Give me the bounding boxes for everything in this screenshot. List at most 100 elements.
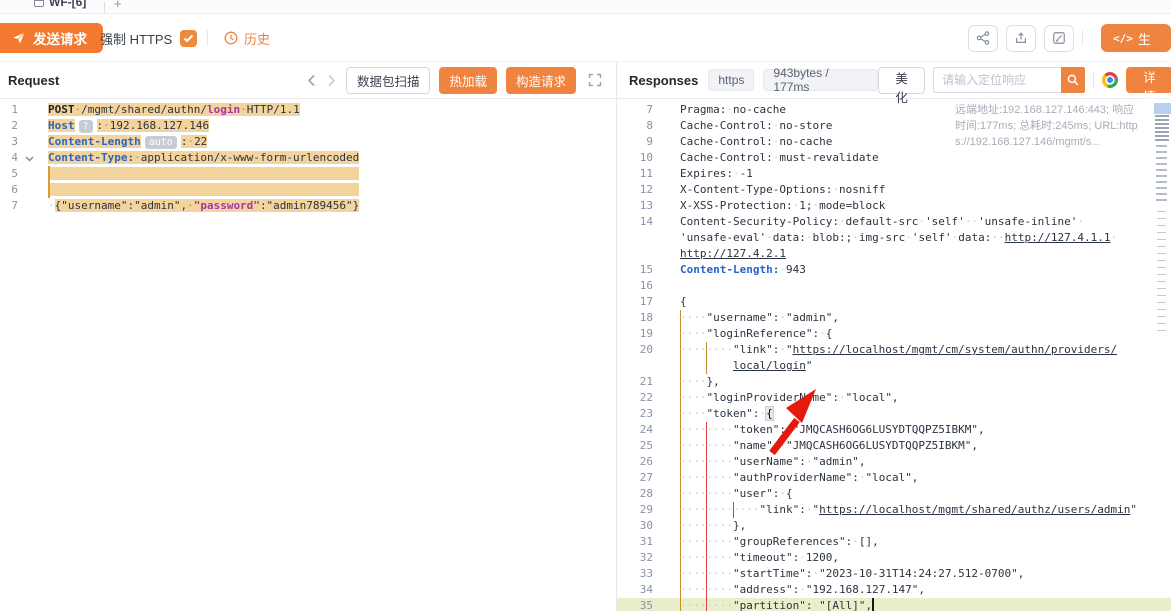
response-editor[interactable]: 远端地址:192.168.127.146:443; 响应时间:177ms; 总耗… [617, 99, 1171, 611]
code-line[interactable]: 18····"username":·"admin", [617, 310, 1171, 326]
code-content: ····"loginProviderName":·"local", [680, 390, 1171, 406]
history-prev-button[interactable] [306, 74, 317, 87]
link-text[interactable]: https://localhost/mgmt/shared/authz/user… [819, 503, 1130, 516]
indent-guide [680, 438, 681, 454]
code-line[interactable]: 7·{"username":"admin",·"password":"admin… [0, 198, 616, 214]
code-line[interactable]: 7Pragma:·no-cache [617, 102, 1171, 118]
code-line[interactable]: 14Content-Security-Policy:·default-src·'… [617, 214, 1171, 230]
code-line[interactable]: http://127.4.2.1 [617, 246, 1171, 262]
history-next-button[interactable] [326, 74, 337, 87]
fold-chevron-icon[interactable] [18, 151, 48, 167]
indent-guide [680, 310, 681, 326]
new-tab-button[interactable]: + [114, 0, 122, 11]
code-line[interactable]: 20········"link":·"https://localhost/mgm… [617, 342, 1171, 358]
construct-request-button[interactable]: 构造请求 [506, 67, 576, 94]
share-icon [976, 31, 990, 45]
code-line[interactable]: 2Host?:·192.168.127.146 [0, 118, 616, 134]
link-text[interactable]: local/login [733, 359, 806, 372]
code-token: "name": [733, 439, 779, 452]
code-token: " [786, 343, 793, 356]
code-token: { [680, 295, 687, 308]
line-number: 4 [0, 150, 18, 166]
code-line[interactable]: 15Content-Length:·943 [617, 262, 1171, 278]
export-button[interactable] [1006, 25, 1036, 52]
code-line[interactable]: 30········}, [617, 518, 1171, 534]
code-line[interactable]: 35········"partition":·"[All]", [617, 598, 1171, 611]
link-text[interactable]: http://127.4.1.1 [1005, 231, 1111, 244]
line-number: 22 [617, 390, 653, 406]
force-https-checkbox[interactable] [180, 30, 197, 47]
code-line[interactable]: 13X-XSS-Protection:·1;·mode=block [617, 198, 1171, 214]
line-number: 10 [617, 150, 653, 166]
fold-gutter [653, 310, 680, 326]
code-token: { [766, 407, 773, 420]
code-line[interactable]: 31········"groupReferences":·[], [617, 534, 1171, 550]
line-number: 31 [617, 534, 653, 550]
code-line[interactable]: 23····"token":·{ [617, 406, 1171, 422]
details-button[interactable]: 详情 [1126, 67, 1171, 93]
history-button[interactable]: 历史 [224, 14, 270, 62]
code-content: http://127.4.2.1 [680, 246, 1171, 262]
indent-guide [680, 374, 681, 390]
code-line[interactable]: 8Cache-Control:·no-store [617, 118, 1171, 134]
code-line[interactable]: 5 [0, 166, 616, 182]
send-request-button[interactable]: 发送请求 [0, 23, 103, 53]
code-line[interactable]: 33········"startTime":·"2023-10-31T14:24… [617, 566, 1171, 582]
open-in-browser-button[interactable] [1102, 72, 1118, 88]
code-line[interactable]: local/login" [617, 358, 1171, 374]
code-token: Content-Type: [48, 151, 134, 164]
code-line[interactable]: 34········"address":·"192.168.127.147", [617, 582, 1171, 598]
code-token: "startTime": [733, 567, 812, 580]
code-content: local/login" [680, 358, 1171, 374]
edit-button[interactable] [1044, 25, 1074, 52]
tab-current[interactable]: WF-[6] [24, 0, 96, 13]
code-line[interactable]: 17{ [617, 294, 1171, 310]
code-line[interactable]: 29············"link":·"https://localhost… [617, 502, 1171, 518]
search-button[interactable] [1061, 67, 1085, 93]
code-line[interactable]: 4Content-Type:·application/x-www-form-ur… [0, 150, 616, 166]
indent-guide [680, 406, 681, 422]
code-token: · [779, 311, 786, 324]
line-number: 18 [617, 310, 653, 326]
code-token: }, [707, 375, 720, 388]
code-line[interactable]: 32········"timeout":·1200, [617, 550, 1171, 566]
code-line[interactable]: 22 ····"loginProviderName":·"local", [617, 390, 1171, 406]
code-line[interactable]: 1POST·/mgmt/shared/authn/login·HTTP/1.1 [0, 102, 616, 118]
code-token: 'unsafe-inline' [978, 215, 1077, 228]
code-line[interactable]: 24········"token":·"JMQCASH6OG6LUSYDTQQP… [617, 422, 1171, 438]
fold-gutter [18, 183, 48, 199]
fold-gutter [653, 566, 680, 582]
code-line[interactable]: 12X-Content-Type-Options:·nosniff [617, 182, 1171, 198]
code-line[interactable]: 21····}, [617, 374, 1171, 390]
code-line[interactable]: 9Cache-Control:·no-cache [617, 134, 1171, 150]
beautify-button[interactable]: 美化 [878, 67, 925, 94]
share-button[interactable] [968, 25, 998, 52]
code-content: X-Content-Type-Options:·nosniff [680, 182, 1171, 198]
code-token: default-src [846, 215, 919, 228]
fullscreen-button[interactable] [588, 73, 602, 87]
fold-gutter [653, 278, 680, 294]
code-line[interactable]: 11Expires:·-1 [617, 166, 1171, 182]
code-line[interactable]: 16 [617, 278, 1171, 294]
code-line[interactable]: 10Cache-Control:·must-revalidate [617, 150, 1171, 166]
request-editor[interactable]: 1POST·/mgmt/shared/authn/login·HTTP/1.12… [0, 99, 616, 611]
generate-code-button[interactable]: </> 生 [1101, 24, 1171, 52]
hot-reload-button[interactable]: 热加载 [439, 67, 497, 94]
force-https-toggle[interactable]: 强制 HTTPS [100, 14, 197, 62]
code-token: ···· [680, 375, 707, 388]
link-text[interactable]: https://localhost/mgmt/cm/system/authn/p… [793, 343, 1118, 356]
search-input[interactable] [933, 67, 1061, 93]
code-content: ········"startTime":·"2023-10-31T14:24:2… [680, 566, 1171, 582]
clock-icon [224, 31, 238, 45]
code-line[interactable]: 28········"user":·{ [617, 486, 1171, 502]
packet-scan-button[interactable]: 数据包扫描 [346, 67, 431, 94]
link-text[interactable]: http://127.4.2.1 [680, 247, 786, 260]
code-line[interactable]: 26········"userName":·"admin", [617, 454, 1171, 470]
code-line[interactable]: 6 [0, 182, 616, 198]
code-line[interactable]: 27········"authProviderName":·"local", [617, 470, 1171, 486]
code-line[interactable]: 'unsafe-eval'·data:·blob:;·img-src·'self… [617, 230, 1171, 246]
code-line[interactable]: 3Content-Lengthauto:·22 [0, 134, 616, 150]
code-line[interactable]: 19····"loginReference":·{ [617, 326, 1171, 342]
code-token: · [839, 215, 846, 228]
code-line[interactable]: 25········"name":·"JMQCASH6OG6LUSYDTQQPZ… [617, 438, 1171, 454]
